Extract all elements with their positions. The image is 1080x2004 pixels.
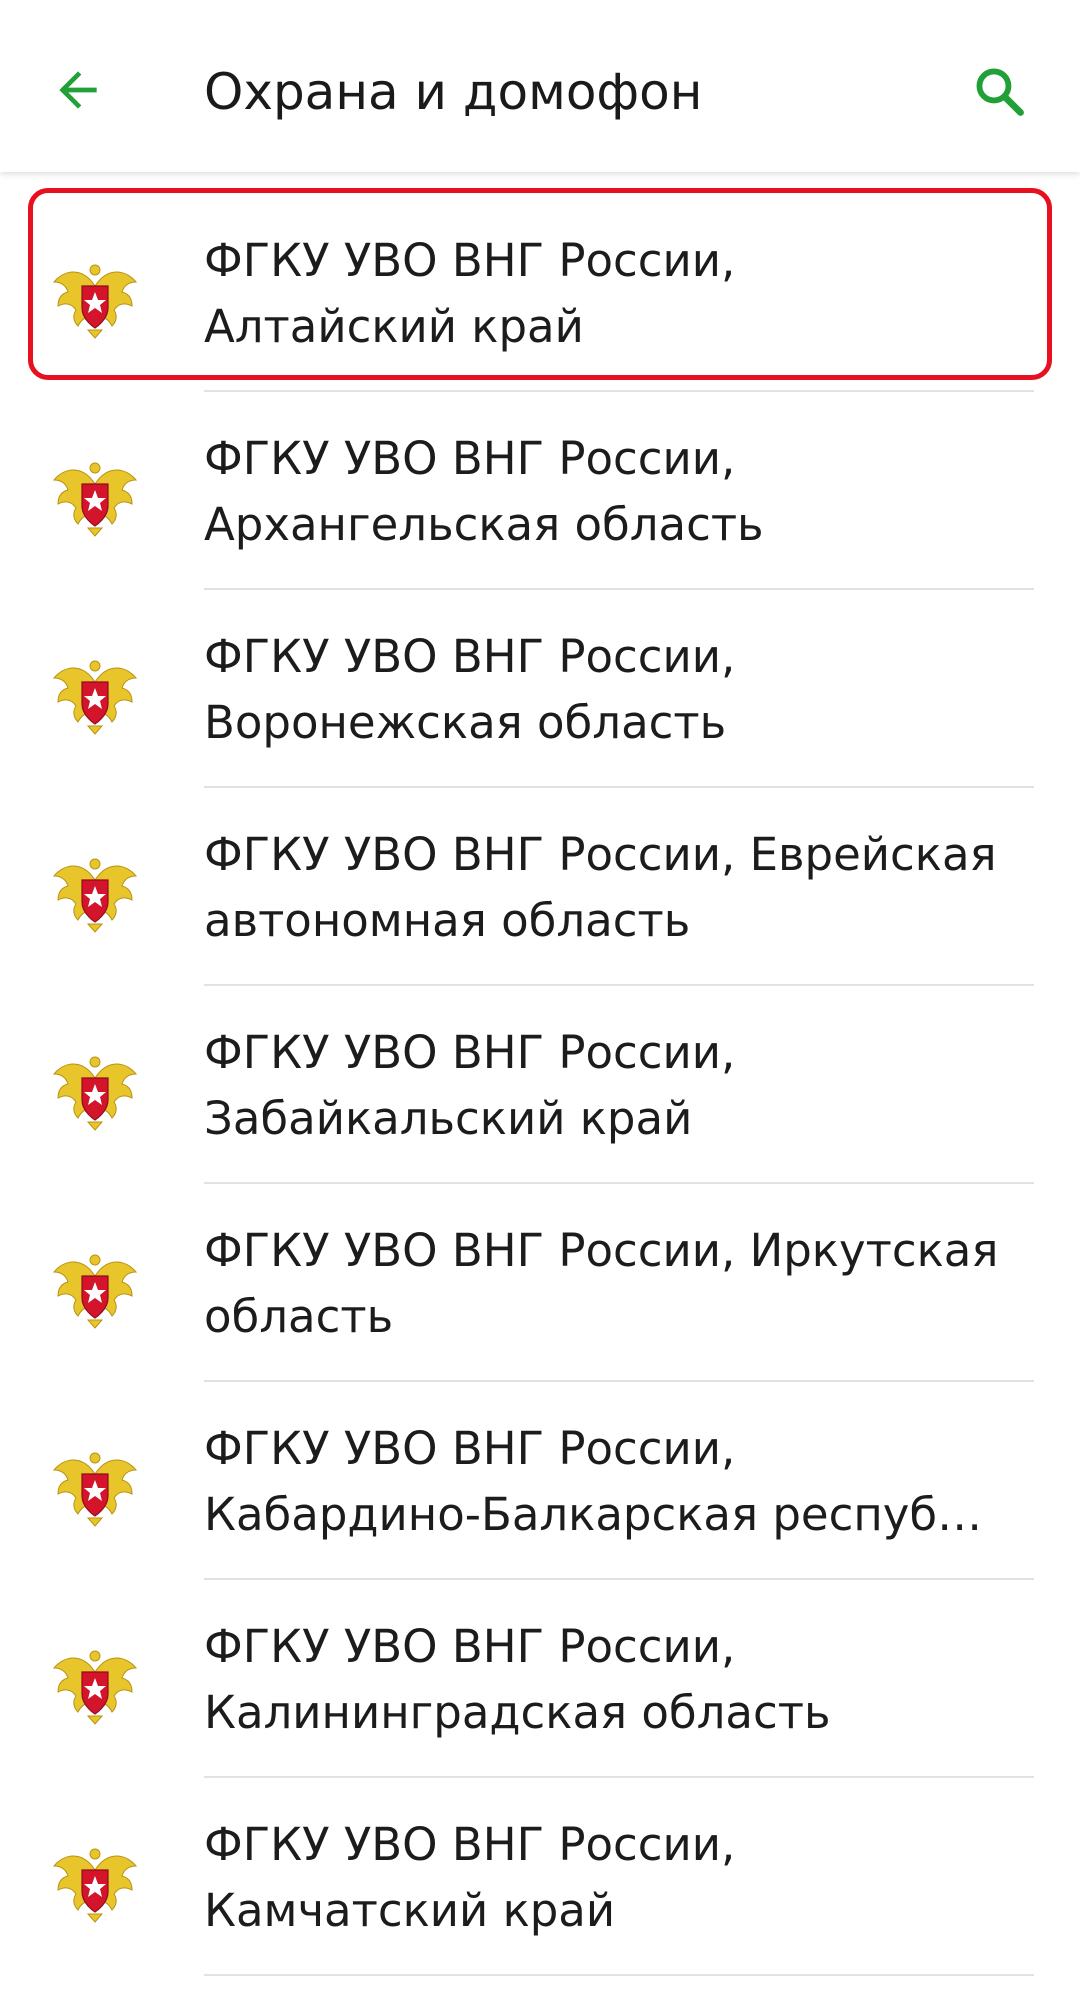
item-title: ФГКУ УВО ВНГ России, [204,1422,736,1475]
list-item[interactable]: ФГКУ УВО ВНГ России, Алтайский край [0,194,1080,392]
list-item[interactable]: ФГКУ УВО ВНГ России, Иркутская область [0,1184,1080,1382]
list-item[interactable]: ФГКУ УВО ВНГ России, Кабардино-Балкарска… [0,1382,1080,1580]
item-subtitle: Алтайский край [204,300,584,353]
rosgvardia-emblem-icon [52,858,138,933]
divider [204,1974,1034,1976]
item-subtitle: Архангельская область [204,498,764,551]
rosgvardia-emblem-icon [52,462,138,537]
item-title: ФГКУ УВО ВНГ России, [204,1818,736,1871]
rosgvardia-emblem-icon [52,1056,138,1131]
app-screen: Охрана и домофон ФГКУ УВО ВНГ России, Ал… [0,0,1080,2004]
item-text: ФГКУ УВО ВНГ России, Воронежская область [204,624,1040,756]
item-title: ФГКУ УВО ВНГ России, [204,1026,736,1079]
rosgvardia-emblem-icon [52,1848,138,1923]
search-button[interactable] [962,54,1038,130]
item-text: ФГКУ УВО ВНГ России, Калининградская обл… [204,1614,1040,1746]
rosgvardia-emblem-icon [52,1254,138,1329]
item-text: ФГКУ УВО ВНГ России, Забайкальский край [204,1020,1040,1152]
arrow-left-icon [59,71,97,109]
item-title: ФГКУ УВО ВНГ России, [204,432,736,485]
rosgvardia-emblem-icon [52,1650,138,1725]
list-item[interactable]: ФГКУ УВО ВНГ России, Воронежская область [0,590,1080,788]
item-text: ФГКУ УВО ВНГ России, Архангельская облас… [204,426,1040,558]
item-text: ФГКУ УВО ВНГ России, Иркутская область [204,1218,1040,1350]
provider-list: ФГКУ УВО ВНГ России, Алтайский край ФГКУ… [0,194,1080,1976]
item-title: ФГКУ УВО ВНГ России, Еврейская [204,828,997,881]
page-title: Охрана и домофон [204,63,703,121]
list-item[interactable]: ФГКУ УВО ВНГ России, Архангельская облас… [0,392,1080,590]
list-item[interactable]: ФГКУ УВО ВНГ России, Калининградская обл… [0,1580,1080,1778]
item-title: ФГКУ УВО ВНГ России, [204,234,736,287]
list-item[interactable]: ФГКУ УВО ВНГ России, Забайкальский край [0,986,1080,1184]
search-icon [976,68,1024,116]
item-title: ФГКУ УВО ВНГ России, [204,1620,736,1673]
item-subtitle: область [204,1290,394,1343]
item-text: ФГКУ УВО ВНГ России, Кабардино-Балкарска… [204,1416,1040,1548]
item-subtitle: Воронежская область [204,696,727,749]
item-subtitle: Камчатский край [204,1884,616,1937]
item-subtitle: Забайкальский край [204,1092,693,1145]
back-button[interactable] [40,52,116,128]
list-item[interactable]: ФГКУ УВО ВНГ России, Камчатский край [0,1778,1080,1976]
item-text: ФГКУ УВО ВНГ России, Алтайский край [204,228,1040,360]
rosgvardia-emblem-icon [52,1452,138,1527]
rosgvardia-emblem-icon [52,660,138,735]
top-app-bar: Охрана и домофон [0,0,1080,172]
list-item[interactable]: ФГКУ УВО ВНГ России, Еврейская автономна… [0,788,1080,986]
item-title: ФГКУ УВО ВНГ России, Иркутская [204,1224,999,1277]
item-subtitle: Кабардино-Балкарская респуб… [204,1488,983,1541]
item-subtitle: Калининградская область [204,1686,831,1739]
item-text: ФГКУ УВО ВНГ России, Еврейская автономна… [204,822,1040,954]
rosgvardia-emblem-icon [52,264,138,339]
item-text: ФГКУ УВО ВНГ России, Камчатский край [204,1812,1040,1944]
item-subtitle: автономная область [204,894,691,947]
item-title: ФГКУ УВО ВНГ России, [204,630,736,683]
